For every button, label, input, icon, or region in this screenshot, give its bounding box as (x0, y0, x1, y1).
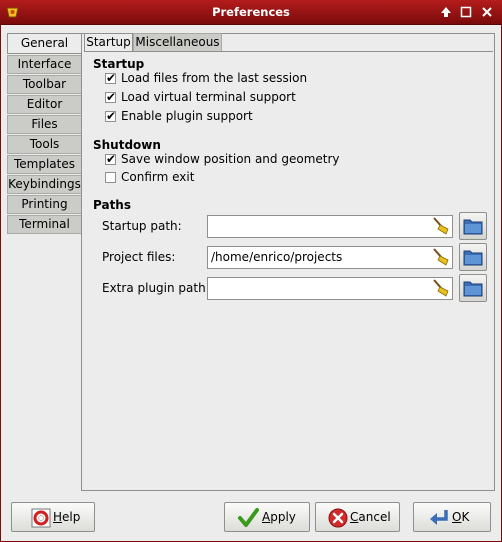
help-lifebuoy-icon (31, 508, 51, 528)
browse-plugin-button[interactable] (459, 274, 487, 302)
help-label: Help (53, 510, 81, 524)
checkmark-icon: ✔ (106, 152, 117, 166)
checkmark-icon: ✔ (106, 90, 117, 104)
option-label: Save window position and geometry (121, 152, 340, 166)
tab-tools[interactable]: Tools (7, 135, 81, 154)
tab-interface[interactable]: Interface (7, 55, 81, 74)
folder-icon (463, 219, 483, 235)
apply-button[interactable]: Apply (224, 502, 310, 532)
project-files-label: Project files: (102, 250, 176, 264)
tab-keybindings[interactable]: Keybindings (7, 175, 81, 194)
checkmark-icon (238, 508, 259, 527)
checkbox[interactable]: ✔ (105, 152, 117, 166)
ok-button[interactable]: OK (413, 502, 491, 532)
checkmark-icon: ✔ (106, 71, 117, 85)
startup-heading: Startup (93, 57, 145, 71)
extra-plugin-path-input[interactable] (207, 277, 453, 300)
option-label: Confirm exit (121, 170, 195, 184)
tab-miscellaneous[interactable]: Miscellaneous (133, 33, 222, 51)
clear-broom-icon[interactable] (431, 278, 451, 298)
tab-editor[interactable]: Editor (7, 95, 81, 114)
paths-heading: Paths (93, 198, 131, 212)
clear-broom-icon[interactable] (431, 247, 451, 267)
folder-icon (463, 281, 483, 297)
browse-project-button[interactable] (459, 243, 487, 271)
checkbox[interactable]: ✔ (105, 71, 117, 85)
cancel-icon (328, 508, 348, 528)
restore-icon[interactable] (459, 5, 473, 19)
enter-arrow-icon (430, 510, 448, 525)
tab-files[interactable]: Files (7, 115, 81, 134)
ok-label: OK (452, 510, 470, 524)
help-button[interactable]: Help (11, 502, 95, 532)
cancel-button[interactable]: Cancel (315, 502, 400, 532)
maximize-up-icon[interactable] (439, 5, 453, 19)
checkbox[interactable] (105, 172, 116, 183)
checkbox[interactable]: ✔ (105, 109, 117, 123)
option-label: Load files from the last session (121, 71, 308, 85)
category-tabs: General Interface Toolbar Editor Files T… (7, 33, 81, 235)
checkbox[interactable]: ✔ (105, 90, 117, 104)
startup-path-label: Startup path: (102, 219, 182, 233)
tab-startup[interactable]: Startup (84, 33, 133, 52)
tab-printing[interactable]: Printing (7, 195, 81, 214)
tab-toolbar[interactable]: Toolbar (7, 75, 81, 94)
clear-broom-icon[interactable] (431, 216, 451, 236)
apply-label: Apply (262, 510, 296, 524)
folder-icon (463, 250, 483, 266)
divider (81, 33, 82, 491)
tab-general[interactable]: General (7, 33, 81, 54)
title-bar: Preferences (0, 0, 502, 25)
window-title: Preferences (212, 5, 290, 19)
startup-path-input[interactable] (207, 215, 453, 238)
shutdown-heading: Shutdown (93, 138, 161, 152)
project-files-input[interactable]: /home/enrico/projects (207, 246, 453, 269)
checkmark-icon: ✔ (106, 109, 117, 123)
close-icon[interactable] (480, 5, 494, 19)
option-label: Enable plugin support (121, 109, 253, 123)
extra-plugin-path-label: Extra plugin path: (102, 281, 210, 295)
option-label: Load virtual terminal support (121, 90, 296, 104)
browse-startup-button[interactable] (459, 212, 487, 240)
tab-templates[interactable]: Templates (7, 155, 81, 174)
tab-terminal[interactable]: Terminal (7, 215, 81, 234)
cancel-label: Cancel (350, 510, 391, 524)
